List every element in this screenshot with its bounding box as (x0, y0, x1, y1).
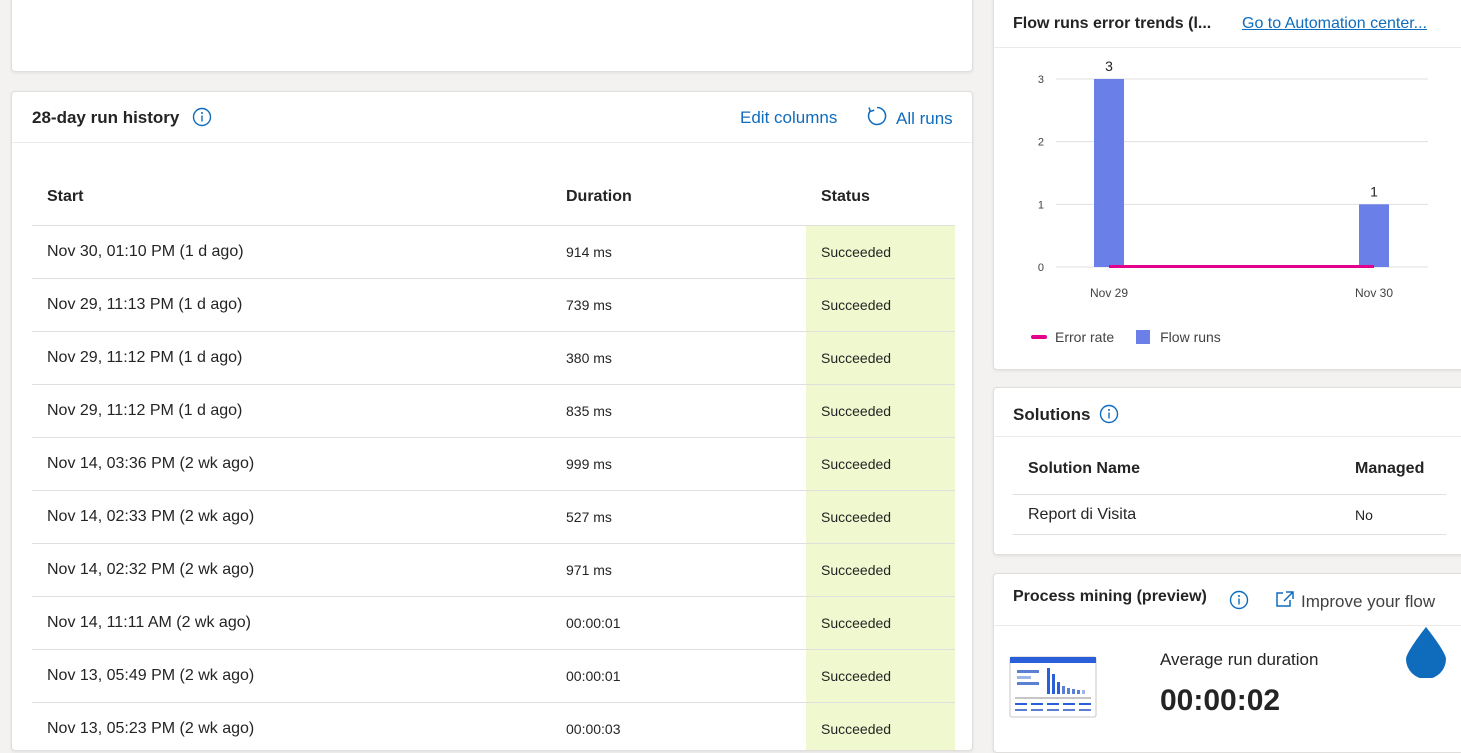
run-duration: 00:00:01 (551, 596, 806, 650)
divider (994, 436, 1461, 437)
open-external-icon (1275, 590, 1295, 613)
divider (1013, 494, 1446, 495)
x-tick-label: Nov 29 (1090, 286, 1128, 300)
run-start[interactable]: Nov 14, 11:11 AM (2 wk ago) (32, 596, 551, 650)
run-start[interactable]: Nov 29, 11:12 PM (1 d ago) (32, 384, 551, 438)
table-row[interactable]: Nov 30, 01:10 PM (1 d ago) 914 ms Succeede… (32, 225, 955, 279)
run-start[interactable]: Nov 29, 11:13 PM (1 d ago) (32, 278, 551, 332)
table-row[interactable]: Nov 29, 11:12 PM (1 d ago) 380 ms Succeede… (32, 331, 955, 385)
legend-label-flow-runs[interactable]: Flow runs (1160, 329, 1221, 345)
error-trends-title: Flow runs error trends (l... (1013, 15, 1212, 32)
legend-swatch-error-rate (1031, 335, 1047, 339)
divider (994, 47, 1461, 48)
run-start[interactable]: Nov 14, 03:36 PM (2 wk ago) (32, 437, 551, 491)
run-start[interactable]: Nov 30, 01:10 PM (1 d ago) (32, 225, 551, 279)
run-duration: 971 ms (551, 543, 806, 597)
run-status: Succeeded (806, 596, 955, 650)
improve-flow-label: Improve your flow (1301, 591, 1436, 611)
run-start[interactable]: Nov 29, 11:12 PM (1 d ago) (32, 331, 551, 385)
run-duration: 914 ms (551, 225, 806, 279)
column-header-start[interactable]: Start (32, 168, 551, 226)
average-run-duration-label: Average run duration (1160, 650, 1319, 669)
error-trends-chart: 0 1 2 3 3 Nov 29 1 Nov 30 (1038, 58, 1428, 300)
copilot-drop-icon[interactable] (1404, 626, 1448, 683)
column-header-status[interactable]: Status (806, 168, 955, 226)
divider (994, 625, 1461, 626)
top-card (11, 0, 973, 72)
run-start[interactable]: Nov 14, 02:32 PM (2 wk ago) (32, 543, 551, 597)
table-row[interactable]: Nov 29, 11:12 PM (1 d ago) 835 ms Succeede… (32, 384, 955, 438)
info-icon[interactable] (1099, 404, 1119, 424)
run-history-title: 28-day run history (32, 108, 180, 127)
info-icon[interactable] (1229, 590, 1249, 610)
run-status: Succeeded (806, 702, 955, 750)
chart-legend: Error rate Flow runs (1031, 329, 1221, 345)
solutions-card: Solutions Solution Name Managed Report d… (993, 387, 1461, 555)
run-duration: 835 ms (551, 384, 806, 438)
run-status: Succeeded (806, 543, 955, 597)
run-status: Succeeded (806, 278, 955, 332)
run-status: Succeeded (806, 331, 955, 385)
bar-flow-runs[interactable] (1359, 204, 1389, 267)
y-tick-label: 2 (1038, 137, 1044, 149)
solutions-title: Solutions (1013, 405, 1091, 424)
improve-flow-link[interactable]: Improve your flow (1275, 590, 1435, 613)
table-row[interactable]: Nov 13, 05:49 PM (2 wk ago) 00:00:01 Succe… (32, 649, 955, 703)
legend-swatch-flow-runs (1136, 330, 1151, 344)
run-duration: 999 ms (551, 437, 806, 491)
run-duration: 739 ms (551, 278, 806, 332)
all-runs-label: All runs (896, 108, 953, 128)
column-header-solution-name: Solution Name (1028, 460, 1141, 477)
process-mining-illustration (1009, 656, 1097, 723)
table-row[interactable]: Nov 14, 11:11 AM (2 wk ago) 00:00:01 Succe… (32, 596, 955, 650)
average-run-duration-value: 00:00:02 (1160, 684, 1281, 717)
run-status: Succeeded (806, 384, 955, 438)
table-row[interactable]: Nov 13, 05:23 PM (2 wk ago) 00:00:03 Succe… (32, 702, 955, 750)
y-tick-label: 1 (1038, 199, 1044, 211)
solution-name[interactable]: Report di Visita (1028, 506, 1136, 524)
run-duration: 00:00:01 (551, 649, 806, 703)
run-status: Succeeded (806, 649, 955, 703)
bar-flow-runs[interactable] (1094, 79, 1124, 267)
x-tick-label: Nov 30 (1355, 286, 1393, 300)
info-icon[interactable] (192, 107, 212, 127)
divider (1013, 534, 1446, 535)
table-row[interactable]: Nov 14, 03:36 PM (2 wk ago) 999 ms Succeed… (32, 437, 955, 491)
data-label: 3 (1105, 58, 1113, 74)
run-history-header: 28-day run history Edit columns All runs (12, 92, 972, 143)
process-mining-title: Process mining (preview) (1013, 588, 1207, 605)
run-duration: 527 ms (551, 490, 806, 544)
run-start[interactable]: Nov 14, 02:33 PM (2 wk ago) (32, 490, 551, 544)
run-history-table: Start Duration Status Nov 30, 01:10 PM (… (32, 168, 955, 750)
all-runs-link[interactable]: All runs (866, 105, 953, 132)
run-status: Succeeded (806, 437, 955, 491)
table-row[interactable]: Nov 14, 02:33 PM (2 wk ago) 527 ms Succeed… (32, 490, 955, 544)
data-label: 1 (1370, 183, 1378, 199)
run-status: Succeeded (806, 225, 955, 279)
column-header-managed: Managed (1355, 460, 1425, 477)
legend-label-error-rate[interactable]: Error rate (1055, 329, 1114, 345)
y-tick-label: 0 (1038, 262, 1044, 274)
run-duration: 00:00:03 (551, 702, 806, 750)
run-start[interactable]: Nov 13, 05:23 PM (2 wk ago) (32, 702, 551, 750)
edit-columns-link[interactable]: Edit columns (740, 108, 837, 128)
run-start[interactable]: Nov 13, 05:49 PM (2 wk ago) (32, 649, 551, 703)
error-trends-card: Flow runs error trends (l... Go to Autom… (993, 0, 1461, 370)
run-duration: 380 ms (551, 331, 806, 385)
refresh-icon (866, 105, 888, 132)
automation-center-link[interactable]: Go to Automation center... (1242, 15, 1427, 33)
process-mining-card: Process mining (preview) Improve your fl… (993, 573, 1461, 753)
run-status: Succeeded (806, 490, 955, 544)
y-tick-label: 3 (1038, 74, 1044, 86)
table-row[interactable]: Nov 29, 11:13 PM (1 d ago) 739 ms Succeede… (32, 278, 955, 332)
table-row[interactable]: Nov 14, 02:32 PM (2 wk ago) 971 ms Succeed… (32, 543, 955, 597)
run-history-card: 28-day run history Edit columns All runs… (11, 91, 973, 751)
column-header-duration[interactable]: Duration (551, 168, 806, 226)
solution-managed: No (1355, 507, 1373, 523)
table-header-row: Start Duration Status (32, 168, 955, 226)
